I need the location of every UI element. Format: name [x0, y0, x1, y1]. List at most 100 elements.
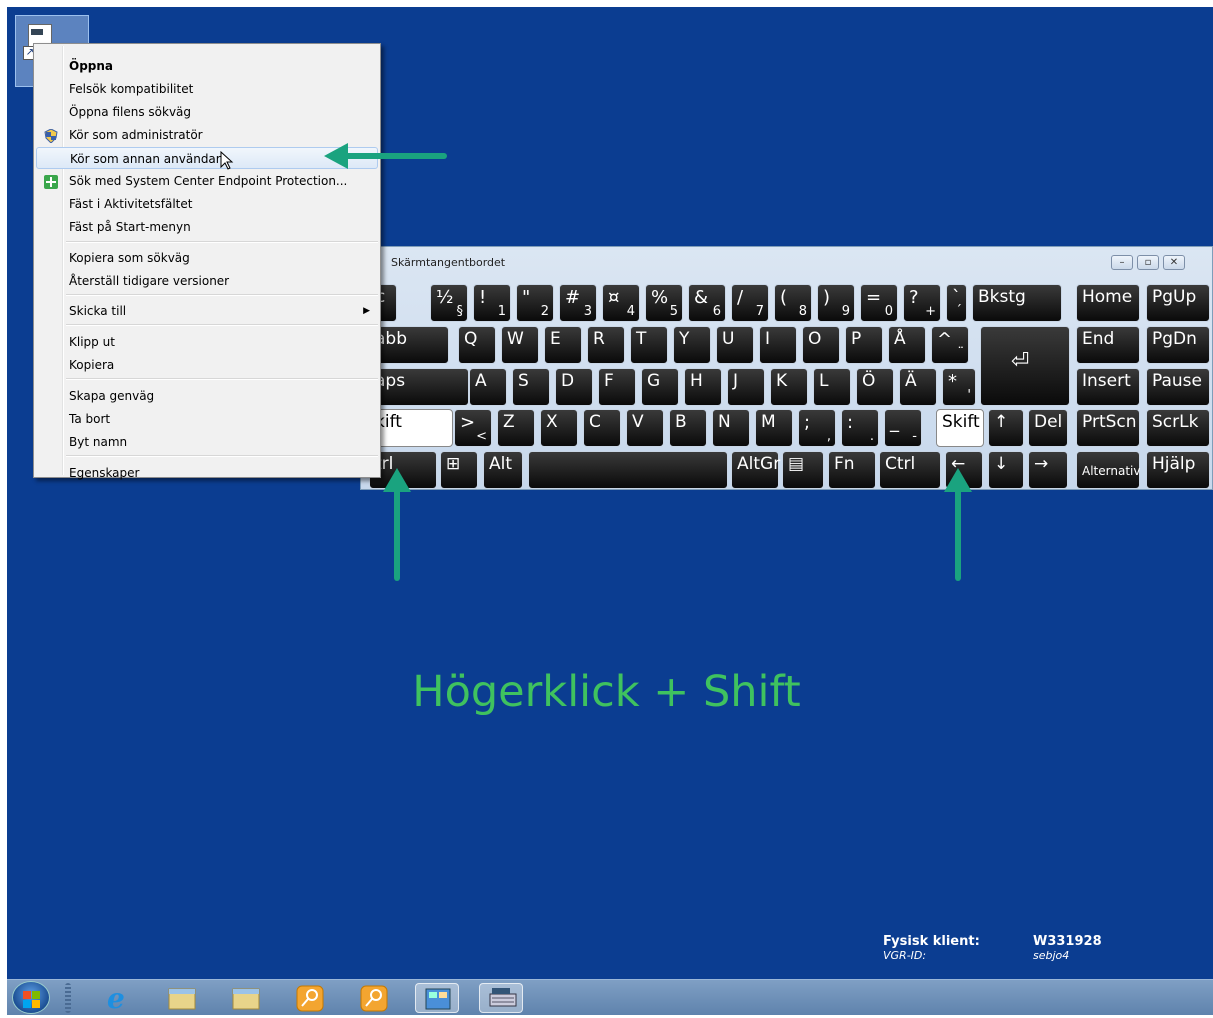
key-row4-7[interactable]: N [712, 409, 750, 447]
key-row2-4[interactable]: R [587, 326, 625, 364]
menu-item[interactable]: Klipp ut [36, 331, 378, 353]
key-11[interactable]: = 0 [860, 284, 898, 322]
nav-key-5[interactable]: Pause [1146, 368, 1210, 406]
menu-item[interactable]: Byt namn [36, 431, 378, 453]
key-3[interactable]: " 2 [516, 284, 554, 322]
key-6[interactable]: % 5 [645, 284, 683, 322]
key-app-icon[interactable] [287, 983, 331, 1013]
nav-key-3[interactable]: PgDn [1146, 326, 1210, 364]
key-row3-3[interactable]: D [555, 368, 593, 406]
nav-key-9[interactable]: Hjälp [1146, 451, 1210, 489]
key-row5-10[interactable]: → [1028, 451, 1068, 489]
key-row2-8[interactable]: I [759, 326, 797, 364]
key-4[interactable]: #3 [559, 284, 597, 322]
key-row3-9[interactable]: L [813, 368, 851, 406]
key-row3-11[interactable]: Ä [899, 368, 937, 406]
key-row2-9[interactable]: O [802, 326, 840, 364]
key-row5-5[interactable]: ▤ [782, 451, 824, 489]
key-2[interactable]: ! 1 [473, 284, 511, 322]
key-row2-5[interactable]: T [630, 326, 668, 364]
key-row3-8[interactable]: K [770, 368, 808, 406]
key-row2-1[interactable]: Q [458, 326, 496, 364]
menu-item[interactable]: Fäst på Start-menyn [36, 216, 378, 238]
enter-key[interactable]: ⏎ [980, 326, 1070, 406]
menu-item[interactable]: Egenskaper [36, 462, 378, 484]
menu-item[interactable]: Skicka till ▶ [36, 300, 378, 322]
maximize-button[interactable]: ▫ [1137, 255, 1159, 270]
key-row4-13[interactable]: ↑ [988, 409, 1024, 447]
key-row2-3[interactable]: E [544, 326, 582, 364]
key-row5-6[interactable]: Fn [828, 451, 876, 489]
menu-item[interactable]: Ta bort [36, 408, 378, 430]
key-row4-11[interactable]: _ - [884, 409, 922, 447]
explorer-icon[interactable] [159, 983, 203, 1013]
key-row2-12[interactable]: ^ ¨ [931, 326, 969, 364]
key-row3-7[interactable]: J [727, 368, 765, 406]
menu-item[interactable]: Återställ tidigare versioner [36, 270, 378, 292]
nav-key-6[interactable]: PrtScn [1076, 409, 1140, 447]
minimize-button[interactable]: – [1111, 255, 1133, 270]
key-row4-10[interactable]: :. [841, 409, 879, 447]
menu-item[interactable]: Öppna [36, 55, 378, 77]
menu-item[interactable]: Skapa genväg [36, 385, 378, 407]
nav-key-0[interactable]: Home [1076, 284, 1140, 322]
start-button[interactable] [12, 981, 50, 1014]
menu-item[interactable]: Felsök kompatibilitet [36, 78, 378, 100]
key-row5-2[interactable]: Alt [483, 451, 523, 489]
key-row5-4[interactable]: AltGr [731, 451, 780, 489]
ie-icon[interactable]: e [95, 982, 139, 1015]
key-7[interactable]: & 6 [688, 284, 726, 322]
key-5[interactable]: ¤ 4 [602, 284, 640, 322]
key-row5-7[interactable]: Ctrl [879, 451, 941, 489]
key-1[interactable]: ½ § [430, 284, 468, 322]
key-row3-0[interactable]: aps [369, 368, 469, 406]
key-row4-1[interactable]: > < [454, 409, 492, 447]
key-row4-9[interactable]: ;, [798, 409, 836, 447]
key-row3-12[interactable]: * ' [942, 368, 976, 406]
menu-item[interactable]: Kopiera som sökväg [36, 247, 378, 269]
key-row5-3[interactable] [528, 451, 728, 489]
menu-item[interactable]: Öppna filens sökväg [36, 101, 378, 123]
key-row2-11[interactable]: Å [888, 326, 926, 364]
osk-icon[interactable] [479, 983, 523, 1013]
nav-key-2[interactable]: End [1076, 326, 1140, 364]
key-9[interactable]: (8 [774, 284, 812, 322]
key-app-icon-2[interactable] [351, 983, 395, 1013]
key-row3-1[interactable]: A [469, 368, 507, 406]
key-row3-6[interactable]: H [684, 368, 722, 406]
key-row4-5[interactable]: V [626, 409, 664, 447]
menu-item[interactable]: Kopiera [36, 354, 378, 376]
close-button[interactable]: ✕ [1163, 255, 1185, 270]
key-row4-4[interactable]: C [583, 409, 621, 447]
nav-key-8[interactable]: Alternativ [1076, 451, 1140, 489]
control-panel-icon[interactable] [415, 983, 459, 1013]
key-row4-14[interactable]: Del [1028, 409, 1068, 447]
key-row2-10[interactable]: P [845, 326, 883, 364]
key-row3-2[interactable]: S [512, 368, 550, 406]
nav-key-7[interactable]: ScrLk [1146, 409, 1210, 447]
key-10[interactable]: ) 9 [817, 284, 855, 322]
explorer-icon-2[interactable] [223, 983, 267, 1013]
key-row4-2[interactable]: Z [497, 409, 535, 447]
key-row3-4[interactable]: F [598, 368, 636, 406]
key-row2-6[interactable]: Y [673, 326, 711, 364]
key-row2-7[interactable]: U [716, 326, 754, 364]
key-row4-12[interactable]: Skift [936, 409, 984, 447]
key-row3-10[interactable]: Ö [856, 368, 894, 406]
key-row4-8[interactable]: M [755, 409, 793, 447]
key-13[interactable]: ` ´ [946, 284, 967, 322]
key-12[interactable]: ? + [903, 284, 941, 322]
key-row4-6[interactable]: B [669, 409, 707, 447]
key-8[interactable]: /7 [731, 284, 769, 322]
nav-key-1[interactable]: PgUp [1146, 284, 1210, 322]
menu-item[interactable]: Fäst i Aktivitetsfältet [36, 193, 378, 215]
key-row5-1[interactable]: ⊞ [440, 451, 478, 489]
key-row2-2[interactable]: W [501, 326, 539, 364]
nav-key-4[interactable]: Insert [1076, 368, 1140, 406]
key-row4-3[interactable]: X [540, 409, 578, 447]
key-row3-5[interactable]: G [641, 368, 679, 406]
key-row5-9[interactable]: ↓ [988, 451, 1024, 489]
key-row4-0[interactable]: kift [369, 409, 453, 447]
key-14[interactable]: Bkstg [972, 284, 1062, 322]
key-row2-0[interactable]: abb [369, 326, 449, 364]
